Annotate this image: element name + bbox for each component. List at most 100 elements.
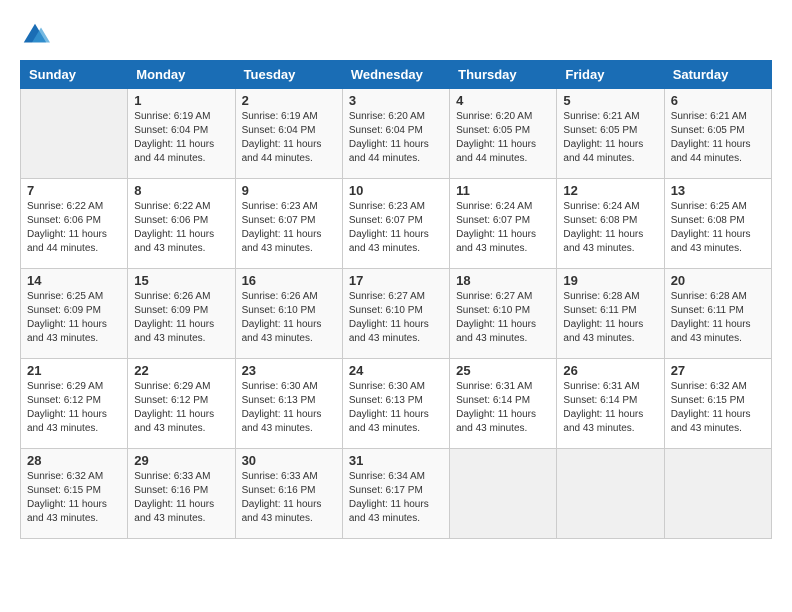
day-info: Sunrise: 6:26 AM Sunset: 6:10 PM Dayligh… [242, 290, 336, 346]
calendar-cell: 8 Sunrise: 6:22 AM Sunset: 6:06 PM Daylig… [128, 179, 235, 269]
week-row-5: 28 Sunrise: 6:32 AM Sunset: 6:15 PM Dayli… [21, 449, 772, 539]
calendar-cell: 19 Sunrise: 6:28 AM Sunset: 6:11 PM Dayli… [557, 269, 664, 359]
day-number: 26 [563, 363, 657, 378]
day-number: 17 [349, 273, 443, 288]
day-number: 1 [134, 93, 228, 108]
day-info: Sunrise: 6:25 AM Sunset: 6:08 PM Dayligh… [671, 200, 765, 256]
day-info: Sunrise: 6:31 AM Sunset: 6:14 PM Dayligh… [563, 380, 657, 436]
calendar-cell: 1 Sunrise: 6:19 AM Sunset: 6:04 PM Daylig… [128, 89, 235, 179]
day-number: 24 [349, 363, 443, 378]
page-header [20, 20, 772, 50]
day-number: 30 [242, 453, 336, 468]
calendar-cell: 3 Sunrise: 6:20 AM Sunset: 6:04 PM Daylig… [342, 89, 449, 179]
day-number: 12 [563, 183, 657, 198]
calendar-cell: 24 Sunrise: 6:30 AM Sunset: 6:13 PM Dayli… [342, 359, 449, 449]
calendar-cell: 26 Sunrise: 6:31 AM Sunset: 6:14 PM Dayli… [557, 359, 664, 449]
day-number: 11 [456, 183, 550, 198]
calendar-cell: 31 Sunrise: 6:34 AM Sunset: 6:17 PM Dayli… [342, 449, 449, 539]
day-number: 15 [134, 273, 228, 288]
calendar-cell: 27 Sunrise: 6:32 AM Sunset: 6:15 PM Dayli… [664, 359, 771, 449]
day-info: Sunrise: 6:24 AM Sunset: 6:07 PM Dayligh… [456, 200, 550, 256]
day-number: 2 [242, 93, 336, 108]
calendar-cell: 22 Sunrise: 6:29 AM Sunset: 6:12 PM Dayli… [128, 359, 235, 449]
day-info: Sunrise: 6:31 AM Sunset: 6:14 PM Dayligh… [456, 380, 550, 436]
day-info: Sunrise: 6:33 AM Sunset: 6:16 PM Dayligh… [134, 470, 228, 526]
day-info: Sunrise: 6:21 AM Sunset: 6:05 PM Dayligh… [671, 110, 765, 166]
day-info: Sunrise: 6:26 AM Sunset: 6:09 PM Dayligh… [134, 290, 228, 346]
day-info: Sunrise: 6:30 AM Sunset: 6:13 PM Dayligh… [349, 380, 443, 436]
week-row-3: 14 Sunrise: 6:25 AM Sunset: 6:09 PM Dayli… [21, 269, 772, 359]
day-number: 19 [563, 273, 657, 288]
calendar-cell: 10 Sunrise: 6:23 AM Sunset: 6:07 PM Dayli… [342, 179, 449, 269]
day-number: 9 [242, 183, 336, 198]
day-number: 29 [134, 453, 228, 468]
day-info: Sunrise: 6:23 AM Sunset: 6:07 PM Dayligh… [242, 200, 336, 256]
day-number: 5 [563, 93, 657, 108]
day-number: 20 [671, 273, 765, 288]
day-number: 21 [27, 363, 121, 378]
calendar-cell: 11 Sunrise: 6:24 AM Sunset: 6:07 PM Dayli… [450, 179, 557, 269]
day-info: Sunrise: 6:22 AM Sunset: 6:06 PM Dayligh… [27, 200, 121, 256]
day-info: Sunrise: 6:34 AM Sunset: 6:17 PM Dayligh… [349, 470, 443, 526]
calendar-cell: 25Sunrise: 6:31 AM Sunset: 6:14 PM Dayli… [450, 359, 557, 449]
day-number: 28 [27, 453, 121, 468]
day-number: 8 [134, 183, 228, 198]
calendar-cell [557, 449, 664, 539]
day-number: 14 [27, 273, 121, 288]
day-number: 13 [671, 183, 765, 198]
calendar-cell: 14 Sunrise: 6:25 AM Sunset: 6:09 PM Dayli… [21, 269, 128, 359]
day-number: 18 [456, 273, 550, 288]
day-info: Sunrise: 6:25 AM Sunset: 6:09 PM Dayligh… [27, 290, 121, 346]
week-row-2: 7 Sunrise: 6:22 AM Sunset: 6:06 PM Daylig… [21, 179, 772, 269]
calendar-cell: 16Sunrise: 6:26 AM Sunset: 6:10 PM Dayli… [235, 269, 342, 359]
calendar-cell: 29 Sunrise: 6:33 AM Sunset: 6:16 PM Dayli… [128, 449, 235, 539]
week-row-1: 1 Sunrise: 6:19 AM Sunset: 6:04 PM Daylig… [21, 89, 772, 179]
day-number: 31 [349, 453, 443, 468]
day-info: Sunrise: 6:32 AM Sunset: 6:15 PM Dayligh… [27, 470, 121, 526]
day-number: 4 [456, 93, 550, 108]
calendar-cell: 15 Sunrise: 6:26 AM Sunset: 6:09 PM Dayli… [128, 269, 235, 359]
calendar-cell: 30 Sunrise: 6:33 AM Sunset: 6:16 PM Dayli… [235, 449, 342, 539]
header-thursday: Thursday [450, 61, 557, 89]
day-info: Sunrise: 6:24 AM Sunset: 6:08 PM Dayligh… [563, 200, 657, 256]
header-wednesday: Wednesday [342, 61, 449, 89]
calendar-cell: 12 Sunrise: 6:24 AM Sunset: 6:08 PM Dayli… [557, 179, 664, 269]
header-saturday: Saturday [664, 61, 771, 89]
calendar-cell: 21Sunrise: 6:29 AM Sunset: 6:12 PM Dayli… [21, 359, 128, 449]
day-info: Sunrise: 6:20 AM Sunset: 6:05 PM Dayligh… [456, 110, 550, 166]
calendar-cell: 17 Sunrise: 6:27 AM Sunset: 6:10 PM Dayli… [342, 269, 449, 359]
header-friday: Friday [557, 61, 664, 89]
day-info: Sunrise: 6:29 AM Sunset: 6:12 PM Dayligh… [134, 380, 228, 436]
day-info: Sunrise: 6:19 AM Sunset: 6:04 PM Dayligh… [242, 110, 336, 166]
day-info: Sunrise: 6:32 AM Sunset: 6:15 PM Dayligh… [671, 380, 765, 436]
calendar-cell: 13 Sunrise: 6:25 AM Sunset: 6:08 PM Dayli… [664, 179, 771, 269]
day-info: Sunrise: 6:27 AM Sunset: 6:10 PM Dayligh… [456, 290, 550, 346]
day-info: Sunrise: 6:22 AM Sunset: 6:06 PM Dayligh… [134, 200, 228, 256]
day-number: 27 [671, 363, 765, 378]
calendar-cell: 6Sunrise: 6:21 AM Sunset: 6:05 PM Daylig… [664, 89, 771, 179]
day-info: Sunrise: 6:23 AM Sunset: 6:07 PM Dayligh… [349, 200, 443, 256]
calendar-cell: 23Sunrise: 6:30 AM Sunset: 6:13 PM Dayli… [235, 359, 342, 449]
day-info: Sunrise: 6:28 AM Sunset: 6:11 PM Dayligh… [563, 290, 657, 346]
day-number: 22 [134, 363, 228, 378]
calendar-cell: 7 Sunrise: 6:22 AM Sunset: 6:06 PM Daylig… [21, 179, 128, 269]
day-info: Sunrise: 6:30 AM Sunset: 6:13 PM Dayligh… [242, 380, 336, 436]
calendar-cell [450, 449, 557, 539]
day-info: Sunrise: 6:20 AM Sunset: 6:04 PM Dayligh… [349, 110, 443, 166]
day-info: Sunrise: 6:33 AM Sunset: 6:16 PM Dayligh… [242, 470, 336, 526]
day-number: 10 [349, 183, 443, 198]
logo-icon [20, 20, 50, 50]
calendar-cell [21, 89, 128, 179]
day-info: Sunrise: 6:19 AM Sunset: 6:04 PM Dayligh… [134, 110, 228, 166]
calendar-cell: 4 Sunrise: 6:20 AM Sunset: 6:05 PM Daylig… [450, 89, 557, 179]
day-info: Sunrise: 6:27 AM Sunset: 6:10 PM Dayligh… [349, 290, 443, 346]
day-number: 7 [27, 183, 121, 198]
week-row-4: 21 Sunrise: 6:29 AM Sunset: 6:12 PM Dayli… [21, 359, 772, 449]
calendar-cell: 18 Sunrise: 6:27 AM Sunset: 6:10 PM Dayli… [450, 269, 557, 359]
day-info: Sunrise: 6:28 AM Sunset: 6:11 PM Dayligh… [671, 290, 765, 346]
calendar-header-row: SundayMondayTuesdayWednesdayThursdayFrid… [21, 61, 772, 89]
calendar-cell [664, 449, 771, 539]
calendar-table: SundayMondayTuesdayWednesdayThursdayFrid… [20, 60, 772, 539]
calendar-cell: 2 Sunrise: 6:19 AM Sunset: 6:04 PM Daylig… [235, 89, 342, 179]
day-number: 3 [349, 93, 443, 108]
